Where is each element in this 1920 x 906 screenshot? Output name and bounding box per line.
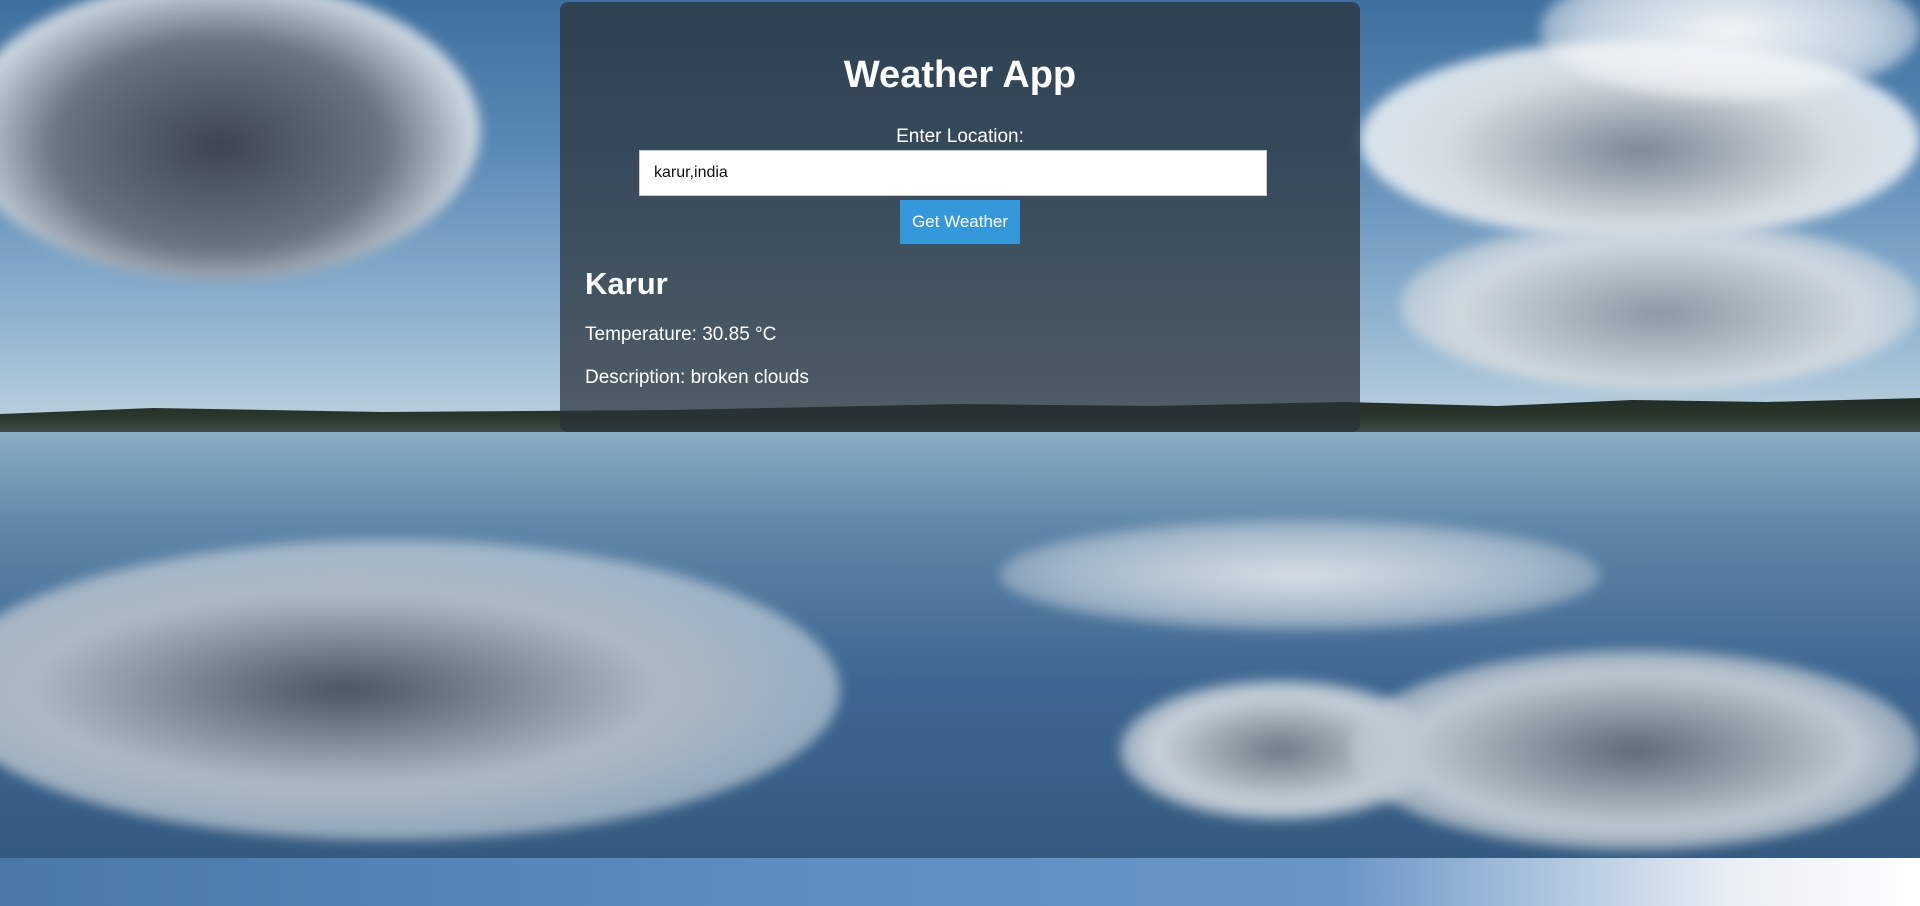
get-weather-button[interactable]: Get Weather xyxy=(900,200,1020,244)
cloud-reflection xyxy=(1000,520,1600,630)
description-text: Description: broken clouds xyxy=(585,367,809,388)
location-label: Enter Location: xyxy=(896,126,1024,147)
app-title: Weather App xyxy=(843,54,1077,96)
location-input[interactable] xyxy=(639,150,1267,196)
cloud-reflection xyxy=(1350,650,1920,850)
temperature-text: Temperature: 30.85 °C xyxy=(585,324,777,345)
weather-panel: Weather App Enter Location: Get Weather … xyxy=(560,2,1360,432)
background-image-repeat xyxy=(0,858,1920,906)
cloud-shape xyxy=(1400,220,1920,390)
city-name: Karur xyxy=(585,266,668,301)
